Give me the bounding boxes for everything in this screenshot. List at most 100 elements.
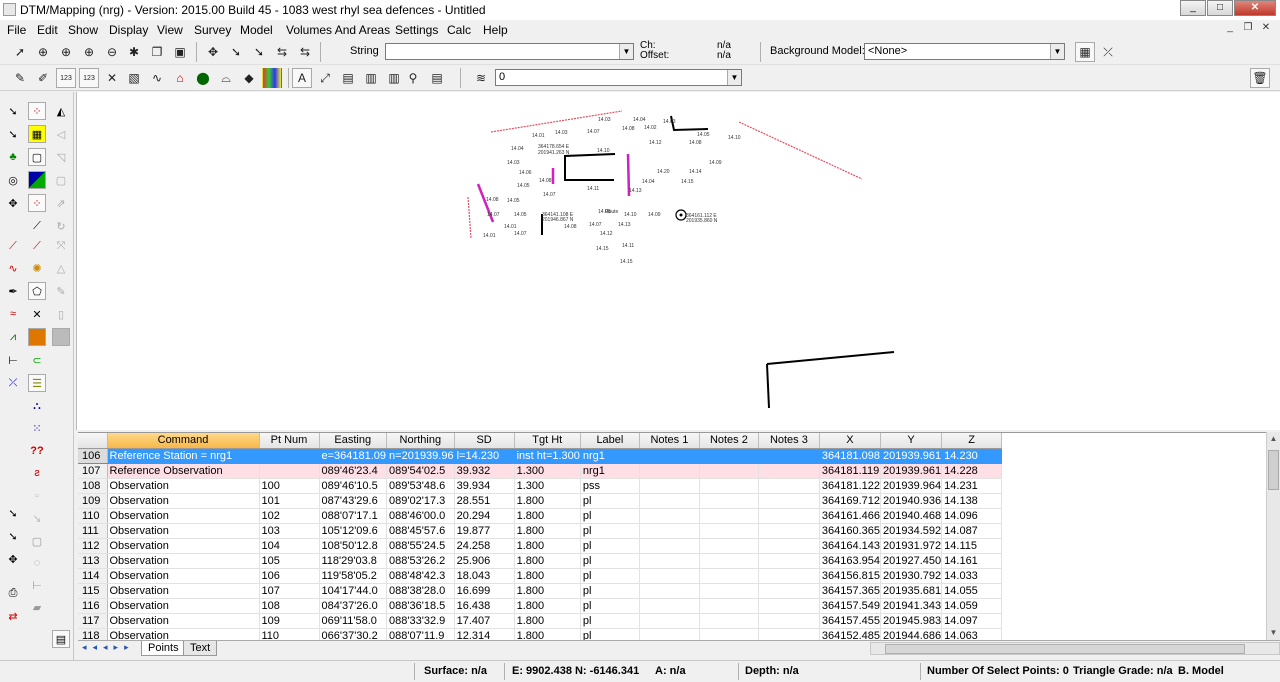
list-icon[interactable]: ☰: [28, 374, 46, 392]
cell-notes-3[interactable]: [758, 448, 820, 464]
cell-command[interactable]: Observation: [107, 478, 260, 494]
cell-sd[interactable]: 24.258: [454, 538, 515, 554]
measure-tool-icon[interactable]: ⊢: [28, 576, 46, 594]
cell-notes-2[interactable]: [699, 583, 759, 599]
cell-z[interactable]: 14.161: [941, 553, 1003, 569]
frame-tool-icon[interactable]: ▢: [28, 532, 46, 550]
frame-icon[interactable]: ▢: [28, 148, 46, 166]
cell-easting[interactable]: 118'29'03.8: [319, 553, 388, 569]
table-row[interactable]: 116 Observation 108 084'37'26.0 088'36'18.5 1…: [78, 598, 1003, 614]
cell-label[interactable]: pss: [580, 478, 640, 494]
redraw-icon[interactable]: ▣: [170, 42, 190, 62]
cell-label[interactable]: nrg1: [580, 448, 640, 464]
cell-y[interactable]: 201939.964: [880, 478, 943, 494]
brush-icon[interactable]: ✎: [52, 282, 70, 300]
cell-y[interactable]: 201940.936: [880, 493, 943, 509]
cell-tgt-ht[interactable]: inst ht=1.300: [514, 448, 581, 464]
column-header-notes-1[interactable]: Notes 1: [639, 433, 700, 449]
cell-tgt-ht[interactable]: 1.800: [514, 598, 581, 614]
cell-tgt-ht[interactable]: 1.300: [514, 478, 581, 494]
cell-notes-1[interactable]: [639, 493, 700, 509]
delete-icon[interactable]: 🗑: [1250, 68, 1270, 88]
cell-notes-3[interactable]: [758, 613, 820, 629]
cell-northing[interactable]: 088'53'26.2: [386, 553, 455, 569]
cell-tgt-ht[interactable]: 1.300: [514, 463, 581, 479]
cell-notes-2[interactable]: [699, 448, 759, 464]
cell-pt-num[interactable]: 107: [259, 583, 320, 599]
cell-command[interactable]: Observation: [107, 493, 260, 509]
cell-y[interactable]: 201940.468: [880, 508, 943, 524]
zoom-in-icon[interactable]: ⊕: [33, 42, 53, 62]
sheet-nav-arrows-icon[interactable]: ◂◂◂▸▸: [82, 642, 135, 653]
cell-pt-num[interactable]: 100: [259, 478, 320, 494]
cell-easting[interactable]: 084'37'26.0: [319, 598, 388, 614]
column-header-notes-3[interactable]: Notes 3: [758, 433, 820, 449]
cell-northing[interactable]: 088'48'42.3: [386, 568, 455, 584]
cell-y[interactable]: 201939.961: [880, 448, 943, 464]
cell-notes-3[interactable]: [758, 463, 820, 479]
column-header-x[interactable]: X: [819, 433, 882, 449]
grid-icon[interactable]: ▥: [361, 68, 381, 88]
cut-fill-icon[interactable]: ƨ: [28, 464, 46, 482]
query-icon[interactable]: ??: [28, 442, 46, 460]
zoom-pan-icon[interactable]: ✱: [124, 42, 144, 62]
cell-x[interactable]: 364157.455: [819, 613, 882, 629]
measure-icon[interactable]: ⊢: [4, 351, 22, 369]
background-model-clear-icon[interactable]: ⤫: [1098, 42, 1118, 62]
close-button[interactable]: ✕: [1234, 0, 1276, 16]
point-number-icon[interactable]: 123: [56, 68, 76, 88]
ring-icon[interactable]: ◌: [28, 554, 46, 572]
cell-z[interactable]: 14.138: [941, 493, 1003, 509]
cell-y[interactable]: 201939.961: [880, 463, 943, 479]
pin-icon[interactable]: ⚲: [403, 68, 423, 88]
cell-label[interactable]: pl: [580, 598, 640, 614]
cell-sd[interactable]: 18.043: [454, 568, 515, 584]
menu-file[interactable]: File: [7, 23, 26, 37]
boundary-icon[interactable]: ▢: [52, 171, 70, 189]
mdi-close-button[interactable]: ✕: [1258, 21, 1274, 35]
draw-tool-icon[interactable]: ✎: [10, 68, 30, 88]
report-icon[interactable]: ▤: [427, 68, 447, 88]
cell-notes-2[interactable]: [699, 568, 759, 584]
zoom-window-icon[interactable]: ⊕: [56, 42, 76, 62]
cell-notes-1[interactable]: [639, 463, 700, 479]
copy-view-icon[interactable]: ❐: [147, 42, 167, 62]
cell-pt-num[interactable]: [259, 463, 320, 479]
text-icon[interactable]: A: [292, 68, 312, 88]
cell-tgt-ht[interactable]: 1.800: [514, 508, 581, 524]
cell-label[interactable]: pl: [580, 553, 640, 569]
scroll-up-icon[interactable]: ▲: [1267, 432, 1280, 446]
row-number[interactable]: 112: [78, 538, 108, 554]
menu-help[interactable]: Help: [483, 23, 508, 37]
column-header-z[interactable]: Z: [941, 433, 1003, 449]
column-header-sd[interactable]: SD: [454, 433, 515, 449]
cell-northing[interactable]: 088'46'00.0: [386, 508, 455, 524]
cell-northing[interactable]: n=201939.96: [386, 448, 455, 464]
cell-y[interactable]: 201934.592: [880, 523, 943, 539]
profile-icon[interactable]: ⩘: [4, 328, 22, 346]
cell-x[interactable]: 364181.122: [819, 478, 882, 494]
cell-command[interactable]: Reference Station = nrg1: [107, 448, 260, 464]
cell-pt-num[interactable]: [259, 448, 320, 464]
cell-pt-num[interactable]: 101: [259, 493, 320, 509]
cell-z[interactable]: 14.059: [941, 598, 1003, 614]
cell-notes-2[interactable]: [699, 463, 759, 479]
background-model-settings-icon[interactable]: ▦: [1075, 42, 1095, 62]
cell-sd[interactable]: 16.699: [454, 583, 515, 599]
cell-y[interactable]: 201931.972: [880, 538, 943, 554]
sections-icon[interactable]: ⌂: [170, 68, 190, 88]
menu-view[interactable]: View: [157, 23, 183, 37]
cell-label[interactable]: pl: [580, 538, 640, 554]
table-row[interactable]: 110 Observation 102 088'07'17.1 088'46'00.0 2…: [78, 508, 1003, 524]
cell-y[interactable]: 201935.681: [880, 583, 943, 599]
dot-grid-icon[interactable]: ⁘: [28, 194, 46, 212]
cell-notes-2[interactable]: [699, 478, 759, 494]
cell-northing[interactable]: 088'33'32.9: [386, 613, 455, 629]
cell-x[interactable]: 364169.712: [819, 493, 882, 509]
cell-sd[interactable]: 19.877: [454, 523, 515, 539]
cell-notes-3[interactable]: [758, 553, 820, 569]
cell-sd[interactable]: 39.932: [454, 463, 515, 479]
cell-pt-num[interactable]: 108: [259, 598, 320, 614]
cell-tgt-ht[interactable]: 1.800: [514, 553, 581, 569]
menu-calc[interactable]: Calc: [447, 23, 471, 37]
